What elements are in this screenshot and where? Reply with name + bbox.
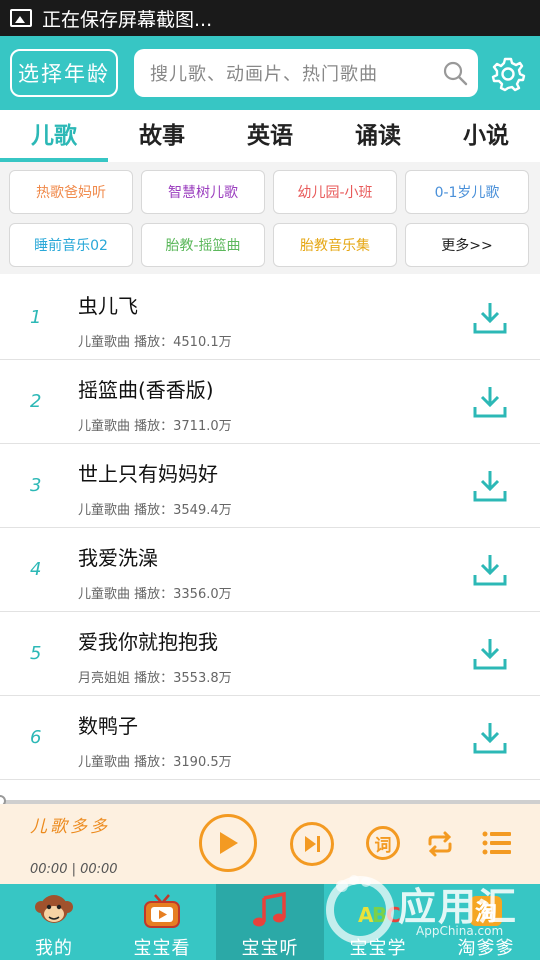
nav-label: 我的: [35, 938, 73, 959]
song-meta: 儿童歌曲 播放：3190.5万: [78, 755, 232, 770]
status-text: 正在保存屏幕截图...: [42, 8, 213, 31]
song-meta: 月亮姐姐 播放：3553.8万: [78, 671, 232, 686]
category-tabs: 儿歌 故事 英语 诵读 小说: [0, 110, 540, 163]
search-placeholder[interactable]: 搜儿歌、动画片、热门歌曲: [150, 60, 442, 86]
song-row[interactable]: 4 我爱洗澡 儿童歌曲 播放：3356.0万: [0, 528, 540, 612]
song-number: 6: [30, 727, 42, 748]
nav-baobao-xue[interactable]: A B C 宝宝学: [324, 884, 432, 960]
download-icon[interactable]: [472, 301, 508, 335]
song-title[interactable]: 我爱洗澡: [78, 542, 158, 571]
play-icon: [220, 832, 238, 854]
nav-label: 宝宝听: [241, 938, 299, 959]
header: 选择年龄 搜儿歌、动画片、热门歌曲: [0, 36, 540, 110]
abc-icon: A B C: [358, 903, 400, 927]
download-icon[interactable]: [472, 553, 508, 587]
chip-more[interactable]: 更多>>: [405, 223, 529, 267]
song-meta: 儿童歌曲 播放：3549.4万: [78, 503, 232, 518]
gear-icon[interactable]: [490, 56, 526, 92]
status-bar: 正在保存屏幕截图...: [0, 0, 540, 36]
tab-songdu[interactable]: 诵读: [324, 110, 432, 162]
song-row[interactable]: 5 爱我你就抱抱我 月亮姐姐 播放：3553.8万: [0, 612, 540, 696]
song-row[interactable]: 3 世上只有妈妈好 儿童歌曲 播放：3549.4万: [0, 444, 540, 528]
song-row[interactable]: 1 虫儿飞 儿童歌曲 播放：4510.1万: [0, 276, 540, 360]
svg-text:B: B: [372, 903, 387, 927]
chip-0-1[interactable]: 0-1岁儿歌: [405, 170, 529, 214]
chip-taijiao-yinyue[interactable]: 胎教音乐集: [273, 223, 397, 267]
song-meta: 儿童歌曲 播放：3711.0万: [78, 419, 232, 434]
tab-gushi[interactable]: 故事: [108, 110, 216, 162]
song-number: 3: [30, 475, 42, 496]
svg-text:淘: 淘: [475, 900, 497, 926]
nav-label: 淘爹爹: [457, 938, 515, 959]
image-icon: [10, 9, 32, 27]
song-meta: 儿童歌曲 播放：4510.1万: [78, 335, 232, 350]
song-row[interactable]: 6 数鸭子 儿童歌曲 播放：3190.5万: [0, 696, 540, 780]
song-list: 1 虫儿飞 儿童歌曲 播放：4510.1万 2 摇篮曲(香香版) 儿童歌曲 播放…: [0, 276, 540, 800]
shop-icon: 淘: [470, 896, 502, 926]
download-icon[interactable]: [472, 637, 508, 671]
nav-label: 宝宝学: [349, 938, 407, 959]
lyrics-button[interactable]: 词: [366, 826, 400, 860]
song-row[interactable]: 2 摇篮曲(香香版) 儿童歌曲 播放：3711.0万: [0, 360, 540, 444]
tab-erge[interactable]: 儿歌: [0, 110, 108, 163]
nav-label: 宝宝看: [133, 938, 191, 959]
tab-yingyu[interactable]: 英语: [216, 110, 324, 162]
song-title[interactable]: 爱我你就抱抱我: [78, 626, 218, 655]
monkey-icon: [35, 895, 73, 923]
song-meta: 儿童歌曲 播放：3356.0万: [78, 587, 232, 602]
bottom-navigation: 我的 宝宝看 宝宝听 A B C 宝宝学 淘 淘爹爹: [0, 884, 540, 960]
player-time: 00:00 | 00:00: [30, 862, 118, 877]
select-age-button[interactable]: 选择年龄: [10, 49, 118, 97]
song-number: 5: [30, 643, 42, 664]
download-icon[interactable]: [472, 385, 508, 419]
music-note-icon: [253, 891, 286, 927]
mini-player: 儿歌多多 00:00 | 00:00 词: [0, 804, 540, 884]
repeat-icon[interactable]: [425, 830, 455, 858]
search-icon[interactable]: [442, 60, 468, 86]
chip-rege[interactable]: 热歌爸妈听: [9, 170, 133, 214]
chip-shuiqian[interactable]: 睡前音乐02: [9, 223, 133, 267]
nav-baobao-kan[interactable]: 宝宝看: [108, 884, 216, 960]
chip-zhihuishu[interactable]: 智慧树儿歌: [141, 170, 265, 214]
song-title[interactable]: 摇篮曲(香香版): [78, 374, 214, 403]
svg-text:C: C: [386, 903, 400, 927]
player-title: 儿歌多多: [30, 817, 110, 837]
chip-taijiao-yaolanqu[interactable]: 胎教-摇篮曲: [141, 223, 265, 267]
nav-tao-diedie[interactable]: 淘 淘爹爹: [432, 884, 540, 960]
song-title[interactable]: 虫儿飞: [78, 290, 138, 319]
nav-mine[interactable]: 我的: [0, 884, 108, 960]
chip-youeryuan[interactable]: 幼儿园-小班: [273, 170, 397, 214]
nav-baobao-ting[interactable]: 宝宝听: [216, 884, 324, 960]
song-title[interactable]: 世上只有妈妈好: [78, 458, 218, 487]
lyrics-label: 词: [374, 835, 392, 856]
playlist-chips: 热歌爸妈听 智慧树儿歌 幼儿园-小班 0-1岁儿歌 睡前音乐02 胎教-摇篮曲 …: [0, 162, 540, 274]
download-icon[interactable]: [472, 469, 508, 503]
skip-next-icon: [305, 836, 320, 852]
next-button[interactable]: [290, 822, 334, 866]
tv-icon: [144, 894, 180, 928]
song-title[interactable]: 数鸭子: [78, 710, 138, 739]
download-icon[interactable]: [472, 721, 508, 755]
tab-xiaoshuo[interactable]: 小说: [432, 110, 540, 162]
play-button[interactable]: [199, 814, 257, 872]
search-box[interactable]: 搜儿歌、动画片、热门歌曲: [134, 49, 478, 97]
song-number: 4: [30, 559, 42, 580]
playlist-icon[interactable]: [482, 831, 512, 855]
song-number: 1: [30, 307, 42, 328]
song-number: 2: [30, 391, 42, 412]
